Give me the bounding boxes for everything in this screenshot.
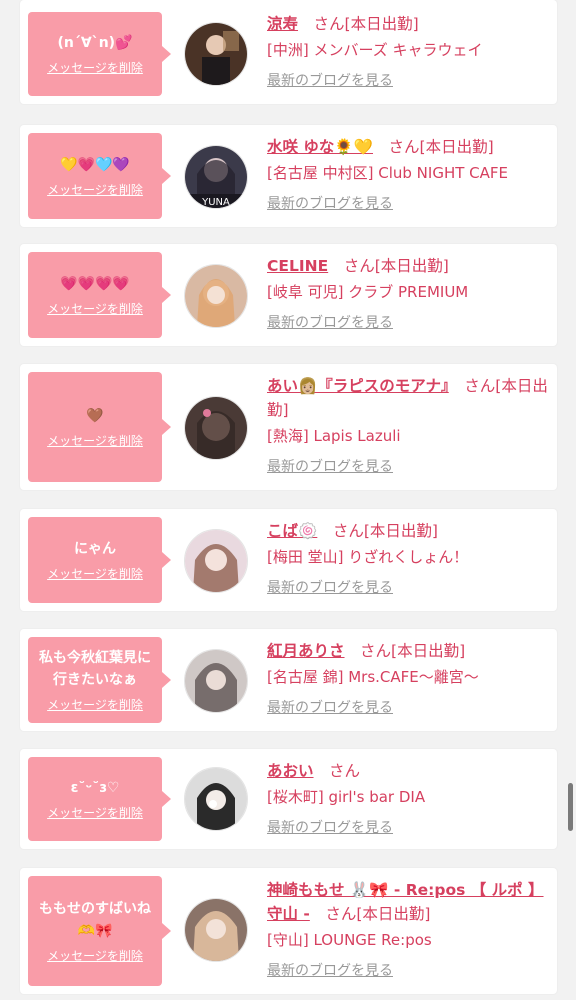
cast-info: あい👩🏼『ラピスのモアナ』 さん[本日出勤] [熱海] Lapis Lazuli…: [267, 377, 548, 477]
delete-message-link[interactable]: メッセージを削除: [47, 805, 143, 821]
message-text: 💗💗💗💗: [60, 276, 130, 292]
delete-message-link[interactable]: メッセージを削除: [47, 433, 143, 449]
message-card: ももせのすばいね 🫶🎀 メッセージを削除 神崎ももせ 🐰🎀 - Re:pos 【…: [20, 868, 557, 994]
latest-blog-link[interactable]: 最新のブログを見る: [267, 578, 393, 598]
message-bubble: ももせのすばいね 🫶🎀 メッセージを削除: [28, 876, 171, 986]
message-card: にゃん メッセージを削除 こば🍥 さん[本日出勤] [梅田 堂山] りざれくしょ…: [20, 509, 557, 611]
cast-info: 神崎ももせ 🐰🎀 - Re:pos 【 ルポ 】 守山 - さん[本日出勤] […: [267, 878, 549, 981]
cast-info: あおい さん [桜木町] girl's bar DIA 最新のブログを見る: [267, 759, 549, 838]
avatar[interactable]: [184, 767, 248, 831]
avatar[interactable]: [184, 264, 248, 328]
cast-name-link[interactable]: 涼寿: [267, 15, 298, 33]
scrollbar[interactable]: [568, 783, 573, 831]
cast-info: 紅月ありさ さん[本日出勤] [名古屋 錦] Mrs.CAFE〜離宮〜 最新のブ…: [267, 639, 549, 718]
cast-name-link[interactable]: あおい: [267, 762, 314, 780]
message-card: 私も今秋紅葉見に 行きたいなぁ メッセージを削除 紅月ありさ さん[本日出勤] …: [20, 629, 557, 731]
avatar[interactable]: YUNA: [184, 145, 248, 209]
message-card: 💛💗🩵💜 メッセージを削除 YUNA 水咲 ゆな🌻💛 さん[本日出勤] [名古屋…: [20, 125, 557, 227]
cast-name-link[interactable]: 紅月ありさ: [267, 642, 345, 660]
delete-message-link[interactable]: メッセージを削除: [47, 697, 143, 713]
shop-name: [名古屋 錦] Mrs.CAFE〜離宮〜: [267, 668, 479, 686]
latest-blog-link[interactable]: 最新のブログを見る: [267, 818, 393, 838]
latest-blog-link[interactable]: 最新のブログを見る: [267, 71, 393, 91]
delete-message-link[interactable]: メッセージを削除: [47, 948, 143, 964]
delete-message-link[interactable]: メッセージを削除: [47, 182, 143, 198]
message-bubble: 💗💗💗💗 メッセージを削除: [28, 252, 171, 338]
avatar[interactable]: [184, 898, 248, 962]
message-bubble: 🤎 メッセージを削除: [28, 372, 171, 482]
shop-name: [熱海] Lapis Lazuli: [267, 427, 401, 445]
avatar[interactable]: [184, 649, 248, 713]
message-bubble: 私も今秋紅葉見に 行きたいなぁ メッセージを削除: [28, 637, 171, 723]
delete-message-link[interactable]: メッセージを削除: [47, 566, 143, 582]
shop-name: [名古屋 中村区] Club NIGHT CAFE: [267, 164, 508, 182]
cast-info: CELINE さん[本日出勤] [岐阜 可児] クラブ PREMIUM 最新のブ…: [267, 254, 549, 333]
avatar[interactable]: [184, 396, 248, 460]
message-text: (n´∀`n)💕: [57, 35, 133, 51]
shop-name: [中洲] メンバーズ キャラウェイ: [267, 41, 483, 59]
cast-name-link[interactable]: 水咲 ゆな🌻💛: [267, 138, 373, 156]
cast-info: 涼寿 さん[本日出勤] [中洲] メンバーズ キャラウェイ 最新のブログを見る: [267, 12, 549, 91]
svg-text:YUNA: YUNA: [201, 197, 230, 208]
message-text: 私も今秋紅葉見に 行きたいなぁ: [39, 650, 151, 688]
cast-name-link[interactable]: CELINE: [267, 257, 328, 275]
message-text: にゃん: [74, 541, 116, 557]
message-card: 💗💗💗💗 メッセージを削除 CELINE さん[本日出勤] [岐阜 可児] クラ…: [20, 244, 557, 346]
message-text: 🤎: [86, 408, 104, 424]
delete-message-link[interactable]: メッセージを削除: [47, 301, 143, 317]
message-text: ももせのすばいね 🫶🎀: [39, 901, 151, 939]
message-text: 💛💗🩵💜: [60, 157, 130, 173]
shop-name: [守山] LOUNGE Re:pos: [267, 931, 432, 949]
message-bubble: ε˘ᵕ˘ɜ♡ メッセージを削除: [28, 757, 171, 841]
shop-name: [梅田 堂山] りざれくしょん！: [267, 548, 469, 566]
message-bubble: にゃん メッセージを削除: [28, 517, 171, 603]
latest-blog-link[interactable]: 最新のブログを見る: [267, 194, 393, 214]
avatar[interactable]: [184, 22, 248, 86]
latest-blog-link[interactable]: 最新のブログを見る: [267, 313, 393, 333]
latest-blog-link[interactable]: 最新のブログを見る: [267, 961, 393, 981]
cast-name-link[interactable]: あい👩🏼『ラピスのモアナ』: [267, 377, 449, 395]
message-card: (n´∀`n)💕 メッセージを削除 涼寿 さん[本日出勤] [中洲] メンバーズ…: [20, 0, 557, 104]
shop-name: [岐阜 可児] クラブ PREMIUM: [267, 283, 469, 301]
latest-blog-link[interactable]: 最新のブログを見る: [267, 457, 393, 477]
message-card: ε˘ᵕ˘ɜ♡ メッセージを削除 あおい さん [桜木町] girl's bar …: [20, 749, 557, 849]
latest-blog-link[interactable]: 最新のブログを見る: [267, 698, 393, 718]
cast-name-link[interactable]: こば🍥: [267, 522, 317, 540]
cast-info: 水咲 ゆな🌻💛 さん[本日出勤] [名古屋 中村区] Club NIGHT CA…: [267, 135, 549, 214]
message-text: ε˘ᵕ˘ɜ♡: [70, 780, 120, 796]
avatar[interactable]: [184, 529, 248, 593]
cast-info: こば🍥 さん[本日出勤] [梅田 堂山] りざれくしょん！ 最新のブログを見る: [267, 519, 549, 598]
delete-message-link[interactable]: メッセージを削除: [47, 60, 143, 76]
message-card: 🤎 メッセージを削除 あい👩🏼『ラピスのモアナ』 さん[本日出勤] [熱海] L…: [20, 364, 557, 490]
shop-name: [桜木町] girl's bar DIA: [267, 788, 426, 806]
message-bubble: 💛💗🩵💜 メッセージを削除: [28, 133, 171, 219]
message-bubble: (n´∀`n)💕 メッセージを削除: [28, 12, 171, 96]
